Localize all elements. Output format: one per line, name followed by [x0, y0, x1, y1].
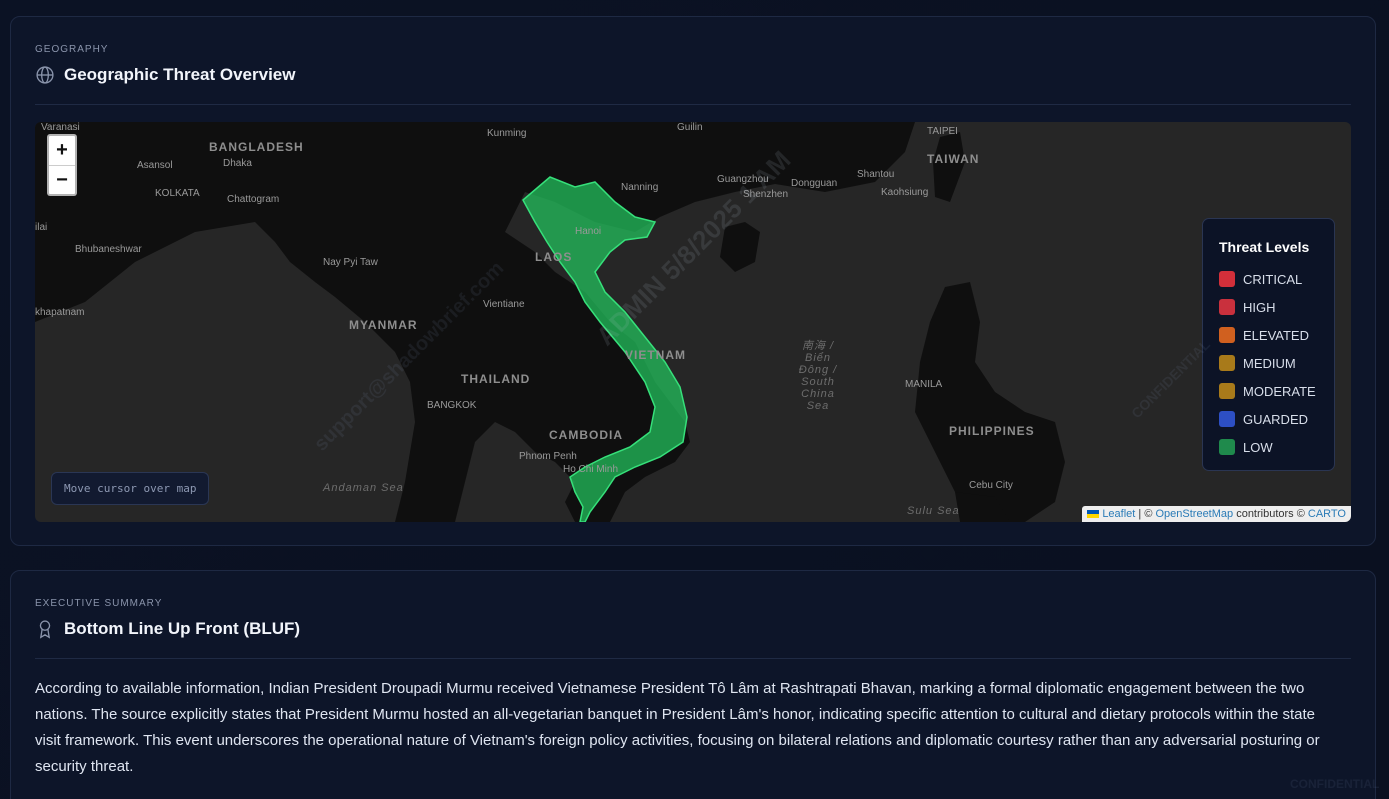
city-label: Nanning: [621, 182, 659, 193]
legend-label: MODERATE: [1243, 383, 1316, 399]
osm-link[interactable]: OpenStreetMap: [1155, 508, 1233, 520]
section-eyebrow: EXECUTIVE SUMMARY: [35, 598, 163, 609]
award-icon: [35, 619, 55, 639]
basemap: [35, 122, 1065, 522]
threat-map[interactable]: Varanasi Kunming Guilin TAIPEI Asansol D…: [35, 122, 1351, 522]
legend-title: Threat Levels: [1219, 239, 1310, 255]
city-label: Guangzhou: [717, 174, 769, 185]
city-label: Nay Pyi Taw: [323, 257, 378, 268]
title-row: Geographic Threat Overview: [35, 65, 295, 85]
country-label: VIETNAM: [625, 348, 686, 362]
legend-swatch: [1219, 299, 1235, 315]
country-label: THAILAND: [461, 372, 531, 386]
city-label: Guilin: [677, 122, 703, 133]
city-label: BANGKOK: [427, 400, 477, 411]
legend-swatch: [1219, 383, 1235, 399]
city-label: Ho Chi Minh: [563, 464, 619, 475]
legend-rows: CRITICAL HIGH ELEVATED MEDIUM MODERATE GUARDE…: [1219, 265, 1318, 461]
city-label: MANILA: [905, 379, 943, 390]
city-label: Phnom Penh: [519, 451, 577, 462]
city-label: ilai: [35, 222, 48, 233]
hainan-island: [720, 222, 760, 272]
city-label: Kaohsiung: [881, 187, 929, 198]
legend-swatch: [1219, 327, 1235, 343]
country-label: MYANMAR: [349, 318, 418, 332]
legend-swatch: [1219, 411, 1235, 427]
geographic-threat-card: GEOGRAPHY Geographic Threat Overview Var…: [10, 16, 1376, 546]
legend-label: HIGH: [1243, 299, 1276, 315]
attribution-sep: | ©: [1135, 508, 1156, 520]
legend-swatch: [1219, 439, 1235, 455]
legend-label: LOW: [1243, 439, 1273, 455]
legend-item-medium: MEDIUM: [1219, 349, 1318, 377]
legend-item-high: HIGH: [1219, 293, 1318, 321]
bluf-text: According to available information, Indi…: [35, 680, 1320, 775]
legend-swatch: [1219, 355, 1235, 371]
city-label: Chattogram: [227, 194, 280, 205]
country-label: BANGLADESH: [209, 140, 304, 154]
legend-label: MEDIUM: [1243, 355, 1296, 371]
sea-label: Sulu Sea: [907, 505, 960, 517]
city-label: Cebu City: [969, 480, 1013, 491]
city-label: TAIPEI: [927, 126, 958, 137]
legend-label: ELEVATED: [1243, 327, 1309, 343]
city-label: Dongguan: [791, 178, 838, 189]
page-title: Geographic Threat Overview: [64, 65, 296, 84]
city-label: Kunming: [487, 128, 527, 139]
country-label: TAIWAN: [927, 152, 980, 166]
map-attribution: Leaflet | © OpenStreetMap contributors ©…: [1082, 506, 1351, 522]
city-label: Vientiane: [483, 299, 525, 310]
country-label: PHILIPPINES: [949, 424, 1035, 438]
city-label: Shantou: [857, 169, 895, 180]
city-label: Hanoi: [575, 226, 602, 237]
sea-label: 南海 / Biển Đông / South China Sea: [798, 340, 838, 412]
legend-label: CRITICAL: [1243, 271, 1303, 287]
country-label: LAOS: [535, 250, 573, 264]
carto-link[interactable]: CARTO: [1308, 508, 1346, 520]
section-title: Bottom Line Up Front (BLUF): [64, 619, 301, 638]
divider: [35, 104, 1351, 105]
legend-item-critical: CRITICAL: [1219, 265, 1318, 293]
city-label: khapatnam: [35, 307, 85, 318]
zoom-in-button[interactable]: +: [49, 136, 75, 165]
city-label: Varanasi: [41, 122, 80, 133]
executive-summary-card: EXECUTIVE SUMMARY Bottom Line Up Front (…: [10, 570, 1376, 799]
divider: [35, 658, 1351, 659]
legend-item-guarded: GUARDED: [1219, 405, 1318, 433]
zoom-out-button[interactable]: −: [49, 165, 75, 194]
leaflet-link[interactable]: Leaflet: [1102, 508, 1135, 520]
sea-label: Andaman Sea: [323, 482, 404, 494]
mainland-asia: [35, 122, 915, 522]
zoom-control: + −: [47, 134, 77, 196]
taiwan-island: [933, 132, 965, 202]
threat-legend: Threat Levels CRITICAL HIGH ELEVATED MEDIUM…: [1202, 218, 1335, 471]
legend-label: GUARDED: [1243, 411, 1309, 427]
title-row: Bottom Line Up Front (BLUF): [35, 619, 300, 639]
city-label: Asansol: [137, 160, 173, 171]
legend-swatch: [1219, 271, 1235, 287]
legend-item-elevated: ELEVATED: [1219, 321, 1318, 349]
country-label: CAMBODIA: [549, 428, 623, 442]
city-label: Shenzhen: [743, 189, 789, 200]
legend-item-low: LOW: [1219, 433, 1318, 461]
ukraine-flag-icon: [1087, 510, 1100, 519]
globe-icon: [35, 65, 55, 85]
cursor-coordinates: Move cursor over map: [51, 472, 210, 505]
section-eyebrow: GEOGRAPHY: [35, 44, 109, 55]
legend-item-moderate: MODERATE: [1219, 377, 1318, 405]
city-label: KOLKATA: [155, 188, 200, 199]
city-label: Bhubaneshwar: [75, 244, 142, 255]
city-label: Dhaka: [223, 158, 252, 169]
attribution-contrib: contributors ©: [1233, 508, 1308, 520]
